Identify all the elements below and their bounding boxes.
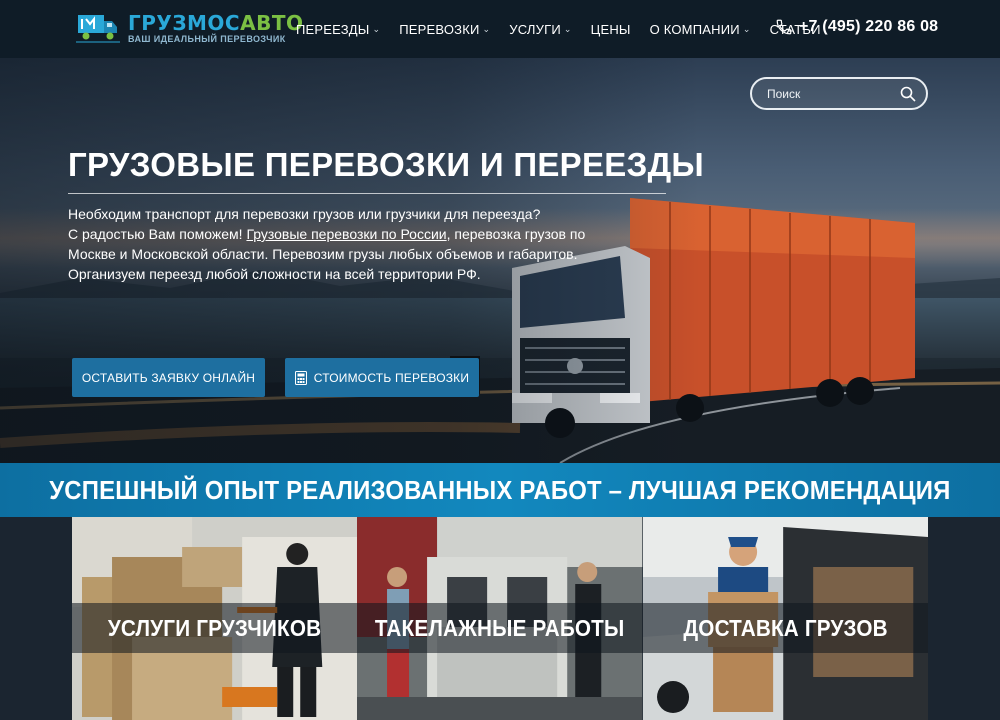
russia-transport-link[interactable]: Грузовые перевозки по России: [246, 226, 446, 242]
section-title: УСПЕШНЫЙ ОПЫТ РЕАЛИЗОВАННЫХ РАБОТ – ЛУЧШ…: [49, 474, 951, 505]
logo[interactable]: ГРУЗМОСАВТО ВАШ ИДЕАЛЬНЫЙ ПЕРЕВОЗЧИК: [76, 8, 303, 48]
calculator-icon: [294, 370, 307, 385]
nav-item-moves[interactable]: ПЕРЕЕЗДЫ ⌄: [296, 22, 380, 37]
service-label: УСЛУГИ ГРУЗЧИКОВ: [107, 614, 322, 641]
nav-item-services[interactable]: УСЛУГИ ⌄: [509, 22, 571, 37]
order-online-button[interactable]: ОСТАВИТЬ ЗАЯВКУ ОНЛАЙН: [72, 358, 265, 397]
service-cards: УСЛУГИ ГРУЗЧИКОВ ТАКЕЛАЖНЫЕ РАБОТЫ ДОСТА…: [72, 517, 928, 720]
service-card-delivery[interactable]: ДОСТАВКА ГРУЗОВ: [642, 517, 928, 720]
page-title: ГРУЗОВЫЕ ПЕРЕВОЗКИ И ПЕРЕЕЗДЫ: [68, 146, 705, 183]
nav-item-transport[interactable]: ПЕРЕВОЗКИ ⌄: [399, 22, 490, 37]
transport-cost-button[interactable]: СТОИМОСТЬ ПЕРЕВОЗКИ: [285, 358, 479, 397]
service-card-loaders[interactable]: УСЛУГИ ГРУЗЧИКОВ: [72, 517, 358, 720]
service-label: ТАКЕЛАЖНЫЕ РАБОТЫ: [375, 614, 625, 641]
search-box[interactable]: [750, 77, 928, 110]
search-icon[interactable]: [900, 86, 916, 102]
site-header: ГРУЗМОСАВТО ВАШ ИДЕАЛЬНЫЙ ПЕРЕВОЗЧИК ПЕР…: [0, 0, 1000, 58]
experience-banner: УСПЕШНЫЙ ОПЫТ РЕАЛИЗОВАННЫХ РАБОТ – ЛУЧШ…: [0, 463, 1000, 517]
chevron-down-icon: ⌄: [372, 23, 381, 34]
truck-logo-icon: [76, 11, 120, 45]
service-label: ДОСТАВКА ГРУЗОВ: [683, 614, 888, 641]
logo-title: ГРУЗМОСАВТО: [128, 10, 304, 35]
phone-icon: [776, 19, 792, 35]
service-card-rigging[interactable]: ТАКЕЛАЖНЫЕ РАБОТЫ: [357, 517, 643, 720]
title-divider: [68, 193, 666, 194]
chevron-down-icon: ⌄: [482, 23, 491, 34]
hero-description: Необходим транспорт для перевозки грузов…: [68, 206, 586, 282]
search-input[interactable]: [767, 86, 897, 101]
main-nav: ПЕРЕЕЗДЫ ⌄ ПЕРЕВОЗКИ ⌄ УСЛУГИ ⌄ ЦЕНЫ О КОМП…: [296, 0, 840, 58]
chevron-down-icon: ⌄: [742, 23, 751, 34]
nav-item-prices[interactable]: ЦЕНЫ: [591, 22, 631, 37]
nav-item-about[interactable]: О КОМПАНИИ ⌄: [650, 22, 751, 37]
phone-link[interactable]: +7 (495) 220 86 08: [775, 18, 938, 36]
chevron-down-icon: ⌄: [563, 23, 572, 34]
hero-section: ГРУЗОВЫЕ ПЕРЕВОЗКИ И ПЕРЕЕЗДЫ Необходим …: [0, 58, 1000, 463]
logo-subtitle: ВАШ ИДЕАЛЬНЫЙ ПЕРЕВОЗЧИК: [128, 33, 286, 44]
